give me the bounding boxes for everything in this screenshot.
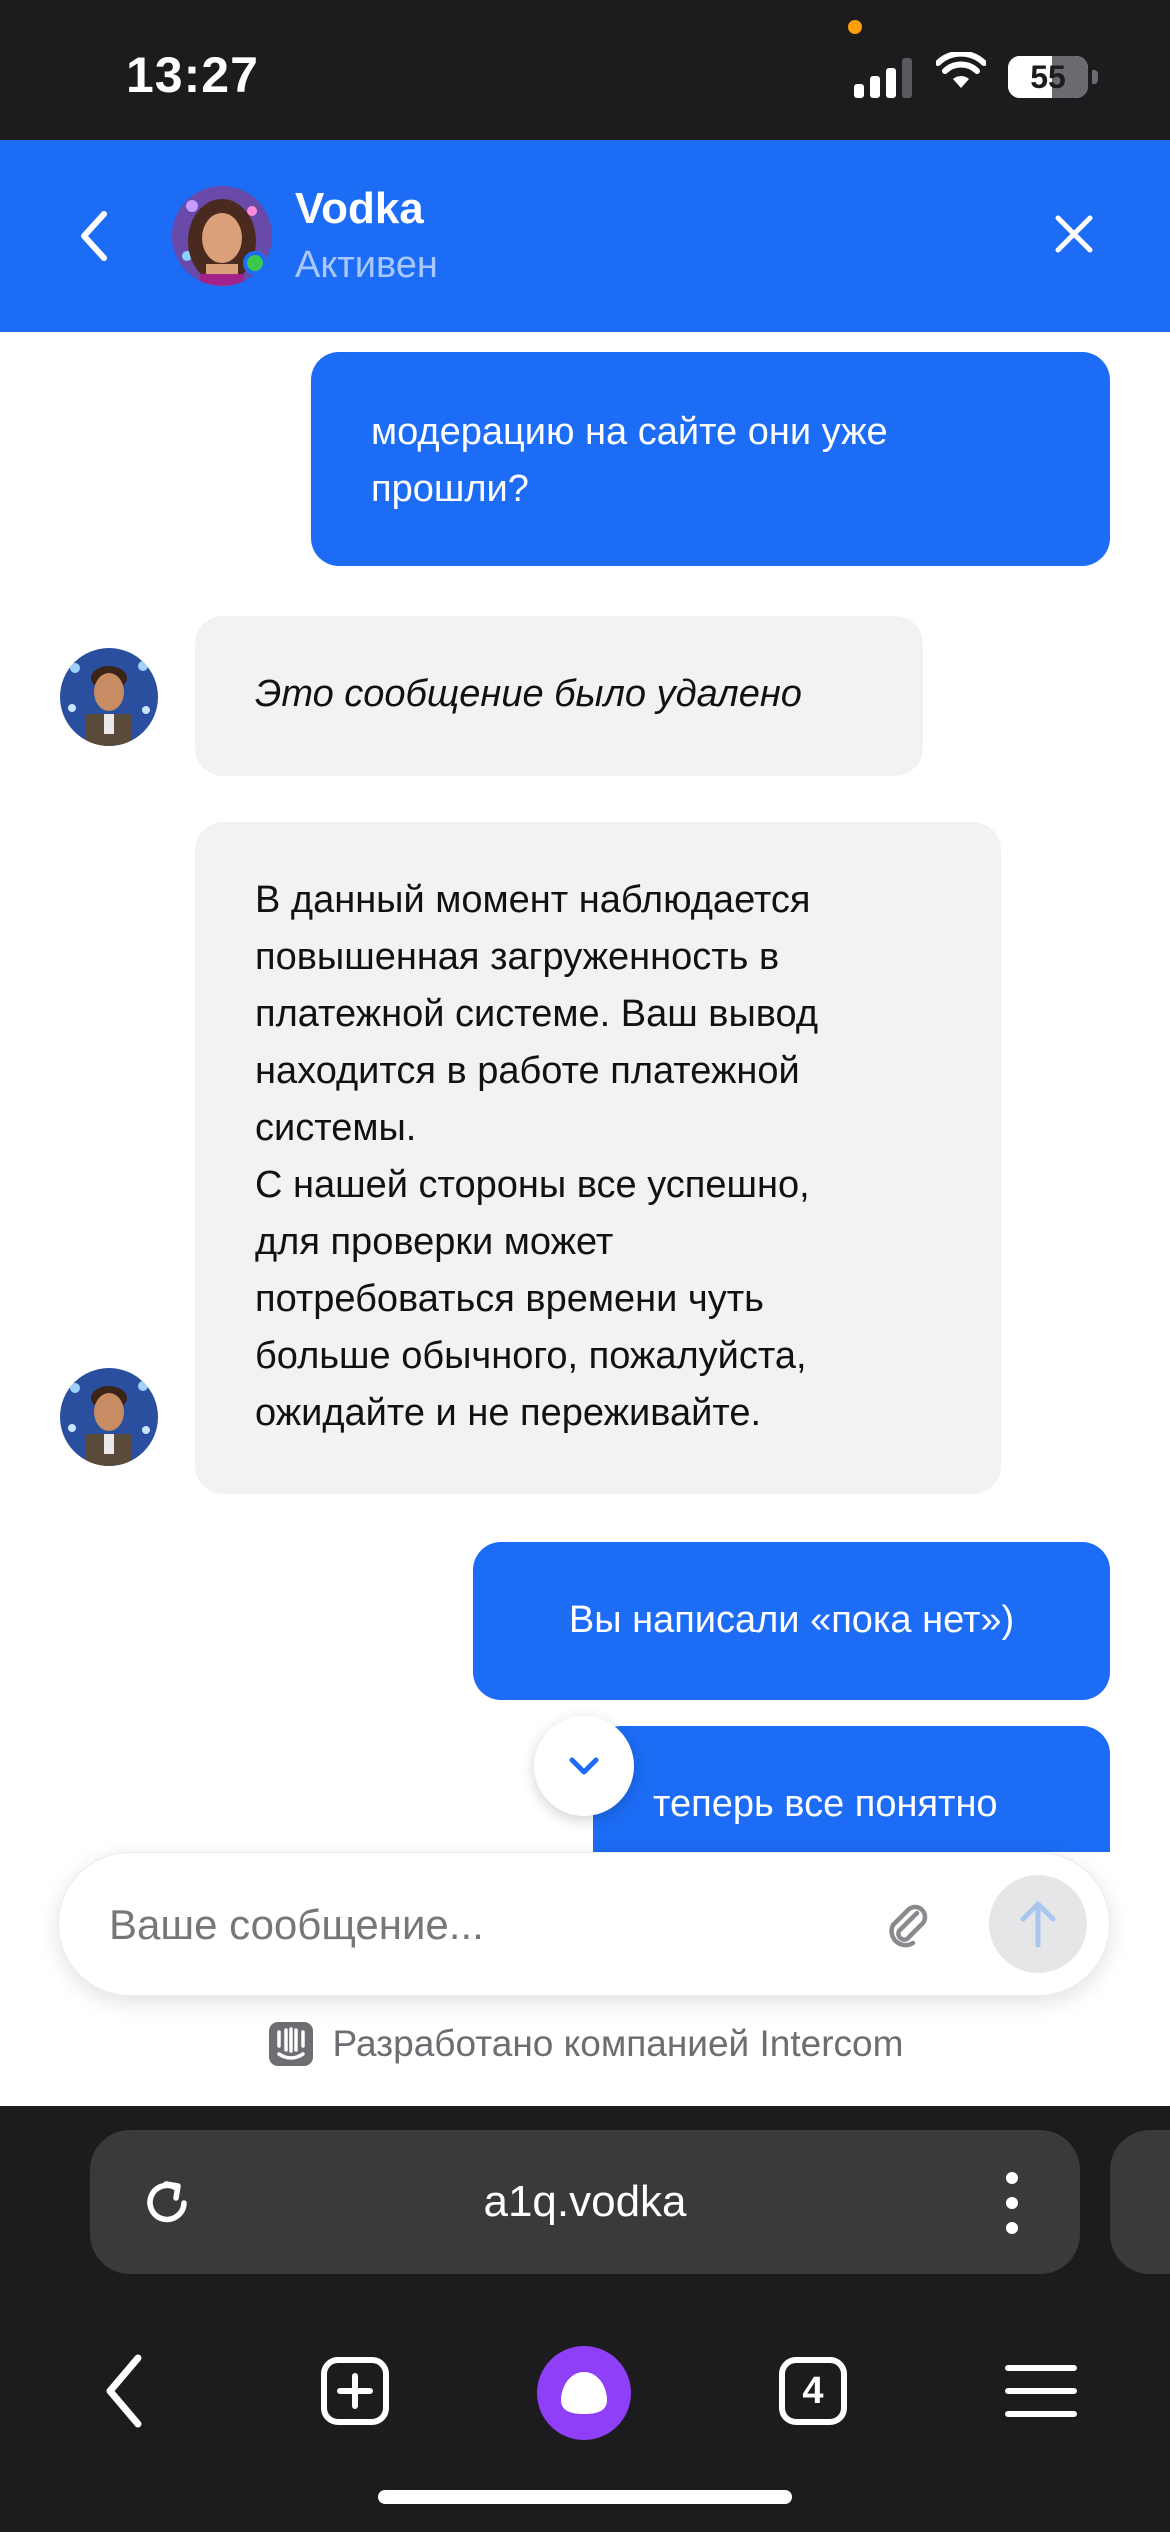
agent-status: Активен <box>295 244 438 286</box>
browser-toolbar: a1q.vodka 4 <box>0 2106 1170 2532</box>
more-vertical-icon[interactable] <box>1002 2168 1022 2238</box>
message-input[interactable] <box>109 1887 889 1963</box>
powered-by-footer[interactable]: Разработано компанией Intercom <box>0 2020 1170 2080</box>
agent-message-avatar <box>60 1368 158 1466</box>
address-bar[interactable]: a1q.vodka <box>90 2130 1080 2274</box>
status-bar: 13:27 55 <box>0 0 1170 140</box>
tab-count: 4 <box>802 2370 824 2412</box>
message-bubble-outgoing: теперь все понятно <box>593 1726 1110 1852</box>
message-text: модерацию на сайте они уже прошли? <box>371 411 888 510</box>
battery-percent: 55 <box>1030 59 1066 95</box>
intercom-logo-icon <box>268 2022 313 2066</box>
alice-assistant-button[interactable] <box>537 2346 631 2440</box>
url-text: a1q.vodka <box>483 2177 687 2226</box>
battery-icon: 55 <box>1008 56 1088 98</box>
wifi-icon <box>936 52 986 88</box>
message-bubble-incoming: В данный момент наблюдается повышенная з… <box>195 822 1001 1494</box>
browser-back-icon[interactable] <box>80 2346 170 2436</box>
chevron-down-icon <box>569 1757 599 1775</box>
battery-tip <box>1092 70 1098 84</box>
agent-avatar-male-icon <box>60 648 158 746</box>
online-status-dot <box>243 251 267 275</box>
close-icon[interactable] <box>1050 210 1098 258</box>
home-indicator[interactable] <box>378 2490 792 2504</box>
chat-header: Vodka Активен <box>0 140 1170 332</box>
agent-name: Vodka <box>295 184 424 233</box>
send-button[interactable] <box>989 1875 1087 1973</box>
paperclip-icon[interactable] <box>879 1897 935 1953</box>
message-bubble-outgoing: модерацию на сайте они уже прошли? <box>311 352 1110 566</box>
arrow-up-icon <box>1020 1901 1056 1948</box>
message-bubble-incoming-deleted: Это сообщение было удалено <box>195 616 923 776</box>
message-list[interactable]: модерацию на сайте они уже прошли? Это с… <box>0 332 1170 1852</box>
new-tab-icon[interactable] <box>310 2346 400 2436</box>
powered-by-text: Разработано компанией Intercom <box>332 2023 904 2064</box>
hamburger-menu-icon[interactable] <box>996 2346 1086 2436</box>
back-chevron-icon[interactable] <box>70 206 120 266</box>
message-composer <box>58 1852 1110 1996</box>
message-text: В данный момент наблюдается повышенная з… <box>255 879 819 1434</box>
cellular-signal-icon <box>854 58 914 98</box>
message-text: Это сообщение было удалено <box>255 673 802 715</box>
agent-avatar-male-icon <box>60 1368 158 1466</box>
message-bubble-outgoing: Вы написали «пока нет») <box>473 1542 1110 1700</box>
status-time: 13:27 <box>126 47 259 103</box>
next-tab-peek[interactable] <box>1110 2130 1170 2274</box>
scroll-to-bottom-button[interactable] <box>534 1716 634 1816</box>
alice-icon <box>561 2372 607 2414</box>
recording-indicator-dot <box>848 20 862 34</box>
tabs-button[interactable]: 4 <box>768 2346 858 2436</box>
message-text: теперь все понятно <box>653 1783 998 1825</box>
agent-message-avatar <box>60 648 158 746</box>
message-text: Вы написали «пока нет») <box>568 1599 1015 1641</box>
